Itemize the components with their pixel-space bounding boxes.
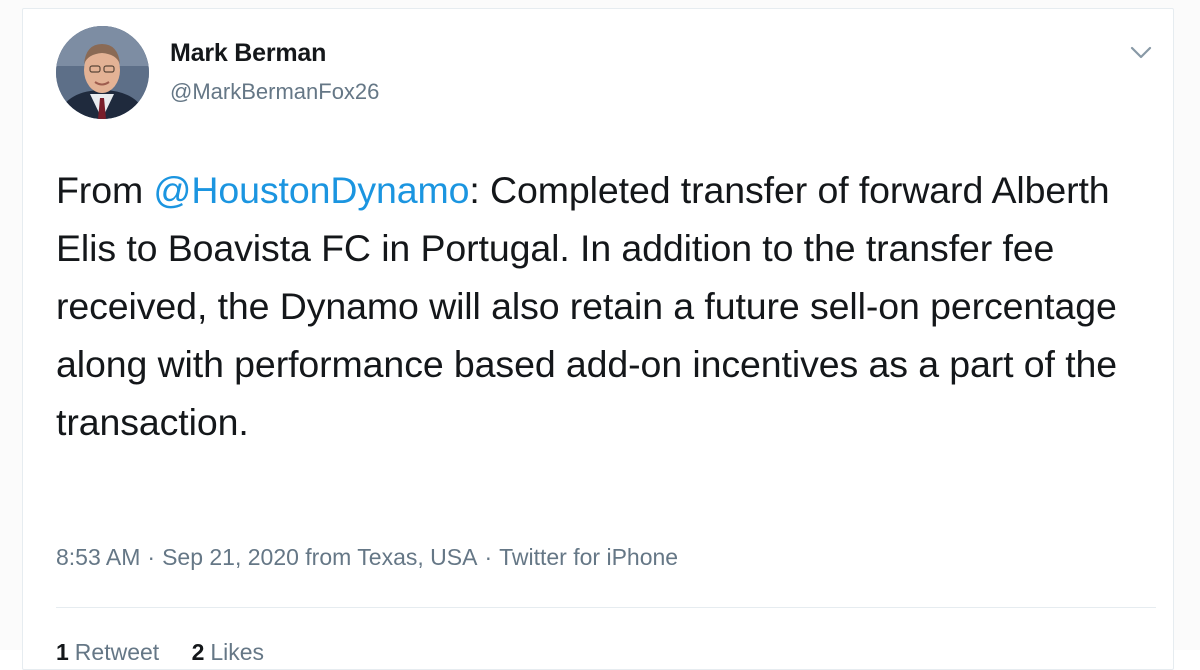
tweet-location: from Texas, USA xyxy=(305,544,478,570)
tweet-menu-button[interactable] xyxy=(1125,39,1157,67)
author-handle[interactable]: @MarkBermanFox26 xyxy=(170,79,379,105)
chevron-down-icon xyxy=(1130,46,1152,59)
avatar[interactable] xyxy=(56,26,149,119)
divider xyxy=(56,607,1156,608)
tweet-metadata: 8:53 AM · Sep 21, 2020 from Texas, USA · Twi… xyxy=(56,544,678,571)
separator: · xyxy=(147,544,156,570)
author-display-name[interactable]: Mark Berman xyxy=(170,39,326,68)
tweet-text-prefix: From xyxy=(56,169,154,211)
retweets-stat[interactable]: 1 Retweet xyxy=(56,639,159,665)
likes-stat[interactable]: 2 Likes xyxy=(192,639,265,665)
separator: · xyxy=(484,544,493,570)
likes-label: Likes xyxy=(210,639,265,665)
retweets-label: Retweet xyxy=(74,639,160,665)
page-background: Mark Berman @MarkBermanFox26 From @Houst… xyxy=(0,0,1200,670)
avatar-photo xyxy=(56,26,149,119)
retweets-count: 1 xyxy=(56,639,69,665)
mention-link[interactable]: @HoustonDynamo xyxy=(153,169,469,211)
tweet-source[interactable]: Twitter for iPhone xyxy=(499,544,678,570)
tweet-card: Mark Berman @MarkBermanFox26 From @Houst… xyxy=(22,8,1174,670)
likes-count: 2 xyxy=(191,639,205,665)
tweet-text: From @HoustonDynamo: Completed transfer … xyxy=(56,161,1146,451)
tweet-date[interactable]: Sep 21, 2020 xyxy=(162,544,299,570)
tweet-time[interactable]: 8:53 AM xyxy=(56,544,140,570)
tweet-stats: 1 Retweet 2 Likes xyxy=(56,639,290,666)
